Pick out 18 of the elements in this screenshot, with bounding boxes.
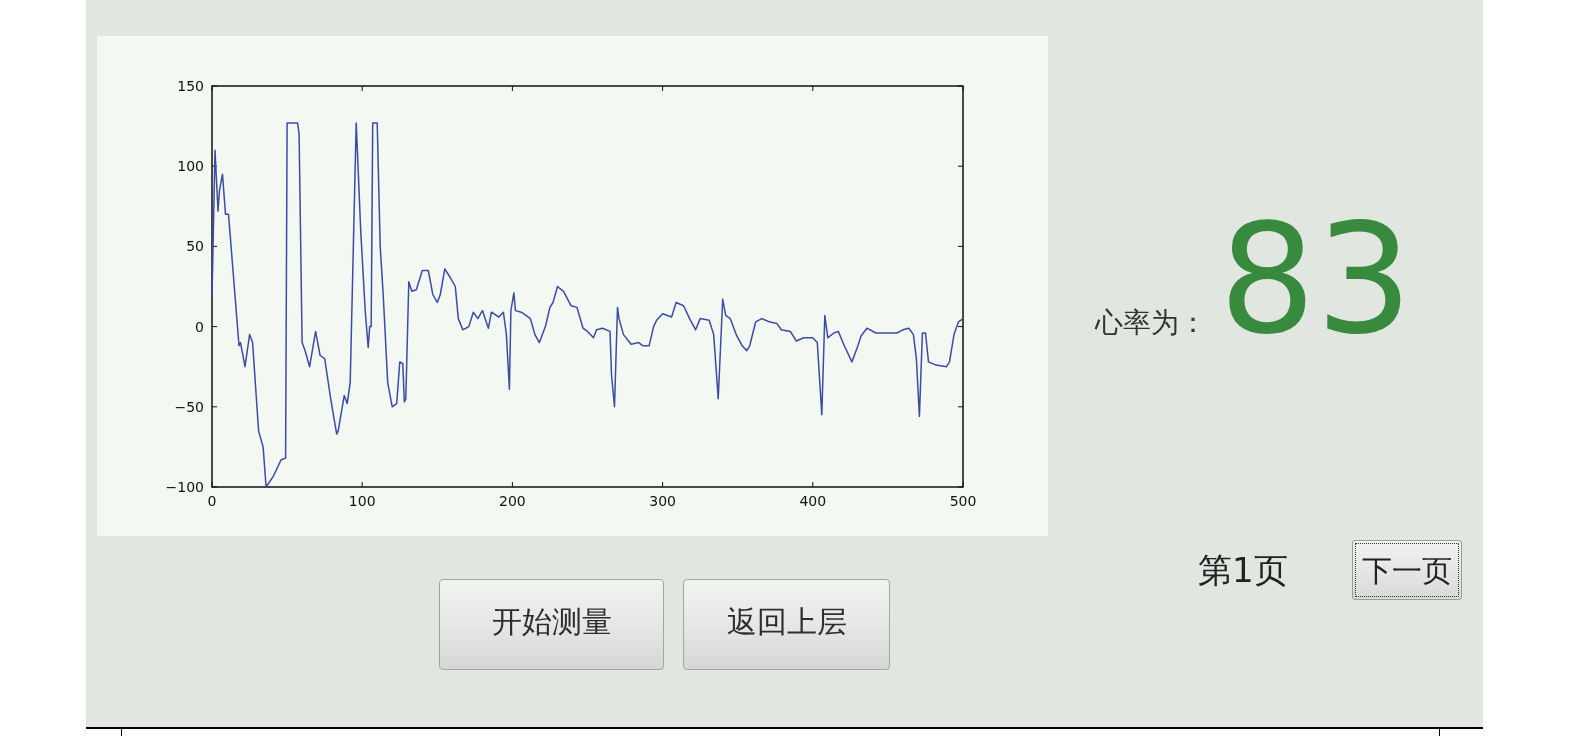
heart-rate-label: 心率为： — [1095, 305, 1207, 341]
x-axis-tick-label: 200 — [499, 493, 526, 509]
x-axis-tick-label: 400 — [799, 493, 827, 509]
x-axis-tick-label: 300 — [649, 493, 676, 509]
action-button[interactable]: 开始测量 — [439, 579, 664, 670]
y-axis-tick-label: 100 — [177, 158, 204, 175]
y-axis-tick-label: 150 — [177, 78, 204, 94]
y-axis-tick-label: −100 — [165, 479, 204, 495]
y-axis-tick-label: 50 — [186, 238, 204, 255]
heart-rate-value: 83 — [1219, 204, 1413, 356]
next-page-button[interactable]: 下一页 — [1351, 540, 1462, 600]
x-axis-tick-label: 500 — [949, 493, 977, 509]
y-axis-tick-label: −50 — [174, 398, 204, 415]
page-number: 第1页 — [1198, 548, 1288, 592]
x-axis-tick-label: 0 — [207, 493, 217, 509]
x-axis-tick-label: 100 — [348, 493, 376, 509]
action-button[interactable]: 返回上层 — [683, 579, 890, 670]
y-axis-tick-label: 0 — [195, 318, 204, 335]
